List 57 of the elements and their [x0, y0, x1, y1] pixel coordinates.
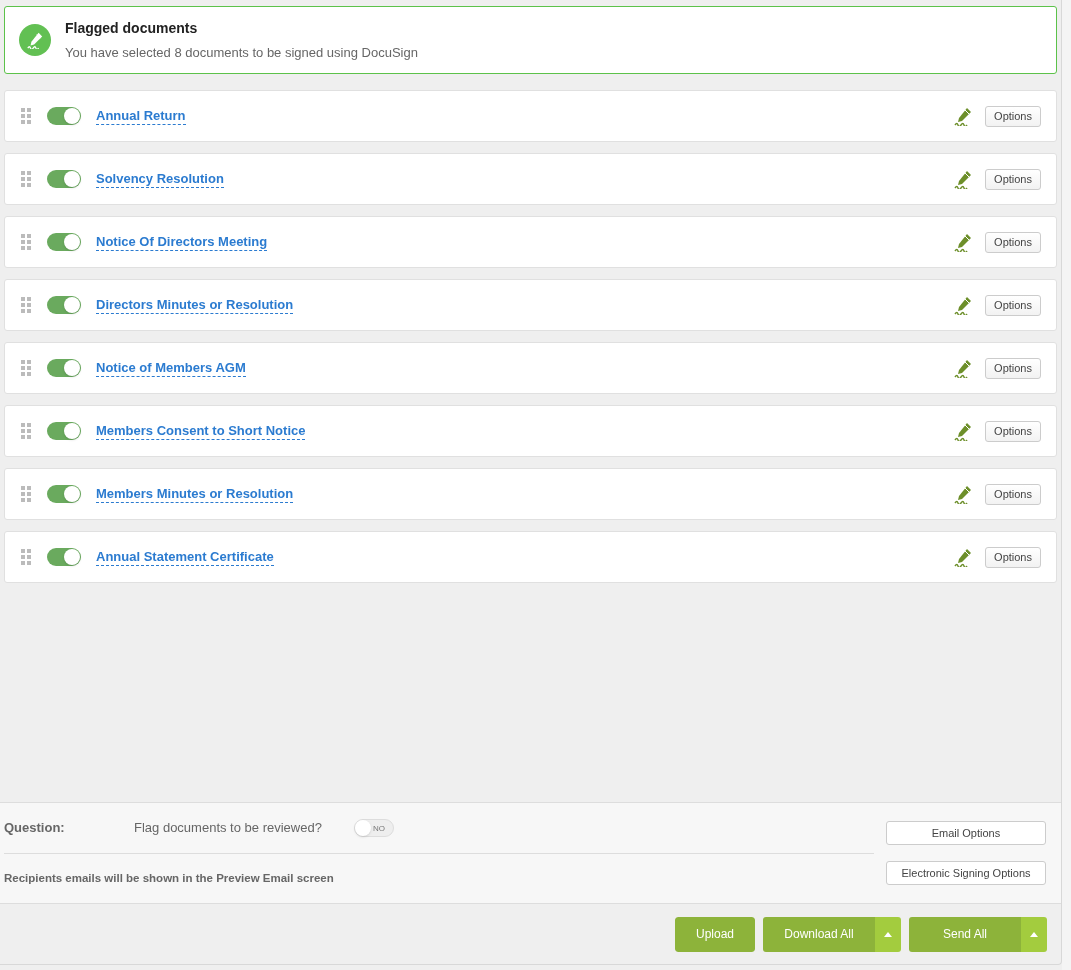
document-link[interactable]: Annual Statement Certificate [96, 548, 274, 566]
toggle-switch[interactable] [47, 233, 81, 251]
drag-handle-icon[interactable] [21, 549, 31, 565]
document-link[interactable]: Directors Minutes or Resolution [96, 296, 294, 314]
question-text: Flag documents to be reviewed? [134, 819, 322, 838]
caret-icon [1030, 931, 1038, 937]
toggle-switch[interactable] [47, 422, 81, 440]
info-note: Recipients emails will be shown in the Preview Email screen [4, 870, 334, 886]
drag-handle-icon[interactable] [21, 171, 31, 187]
document-link[interactable]: Solvency Resolution [96, 170, 224, 188]
document-link[interactable]: Annual Return [96, 107, 186, 125]
options-button[interactable]: Options [985, 168, 1041, 190]
action-button[interactable]: Upload [675, 916, 755, 952]
toggle-switch[interactable] [47, 107, 81, 125]
signature-pen-icon [953, 358, 974, 378]
options-button[interactable]: Options [985, 105, 1041, 127]
options-button[interactable]: Options [985, 420, 1041, 442]
scrollbar-track[interactable] [1062, 0, 1071, 970]
options-button[interactable]: Electronic Signing Options [886, 861, 1046, 885]
options-button[interactable]: Options [985, 294, 1041, 316]
signature-pen-icon [953, 547, 974, 567]
drag-handle-icon[interactable] [21, 297, 31, 313]
action-button[interactable]: Download All [763, 916, 875, 952]
action-button[interactable]: Send All [909, 916, 1021, 952]
options-button[interactable]: Options [985, 546, 1041, 568]
document-link[interactable]: Notice of Members AGM [96, 359, 246, 377]
banner-message: You have selected 8 documents to be signed using DocuSign [65, 43, 418, 62]
toggle-switch[interactable] [47, 548, 81, 566]
signature-pen-icon [953, 295, 974, 315]
signature-pen-icon [953, 232, 974, 252]
review-toggle[interactable]: NO [353, 819, 394, 837]
signature-pen-icon [953, 106, 974, 126]
toggle-switch[interactable] [47, 170, 81, 188]
drag-handle-icon[interactable] [21, 423, 31, 439]
drag-handle-icon[interactable] [21, 234, 31, 250]
dropdown-caret-button[interactable] [1021, 916, 1047, 952]
signature-pen-icon [953, 169, 974, 189]
toggle-switch[interactable] [47, 296, 81, 314]
signature-pen-icon [953, 484, 974, 504]
drag-handle-icon[interactable] [21, 486, 31, 502]
options-button[interactable]: Options [985, 231, 1041, 253]
document-link[interactable]: Members Minutes or Resolution [96, 485, 294, 503]
dropdown-caret-button[interactable] [875, 916, 901, 952]
signature-pen-icon [953, 421, 974, 441]
document-link[interactable]: Members Consent to Short Notice [96, 422, 306, 440]
banner-title: Flagged documents [65, 18, 199, 38]
toggle-switch[interactable] [47, 485, 81, 503]
options-button[interactable]: Email Options [886, 821, 1046, 845]
caret-icon [884, 931, 892, 937]
document-link[interactable]: Notice Of Directors Meeting [96, 233, 268, 251]
drag-handle-icon[interactable] [21, 360, 31, 376]
question-label: Question: [4, 819, 66, 838]
drag-handle-icon[interactable] [21, 108, 31, 124]
options-button[interactable]: Options [985, 483, 1041, 505]
signature-pen-icon [19, 24, 51, 56]
options-button[interactable]: Options [985, 357, 1041, 379]
toggle-switch[interactable] [47, 359, 81, 377]
